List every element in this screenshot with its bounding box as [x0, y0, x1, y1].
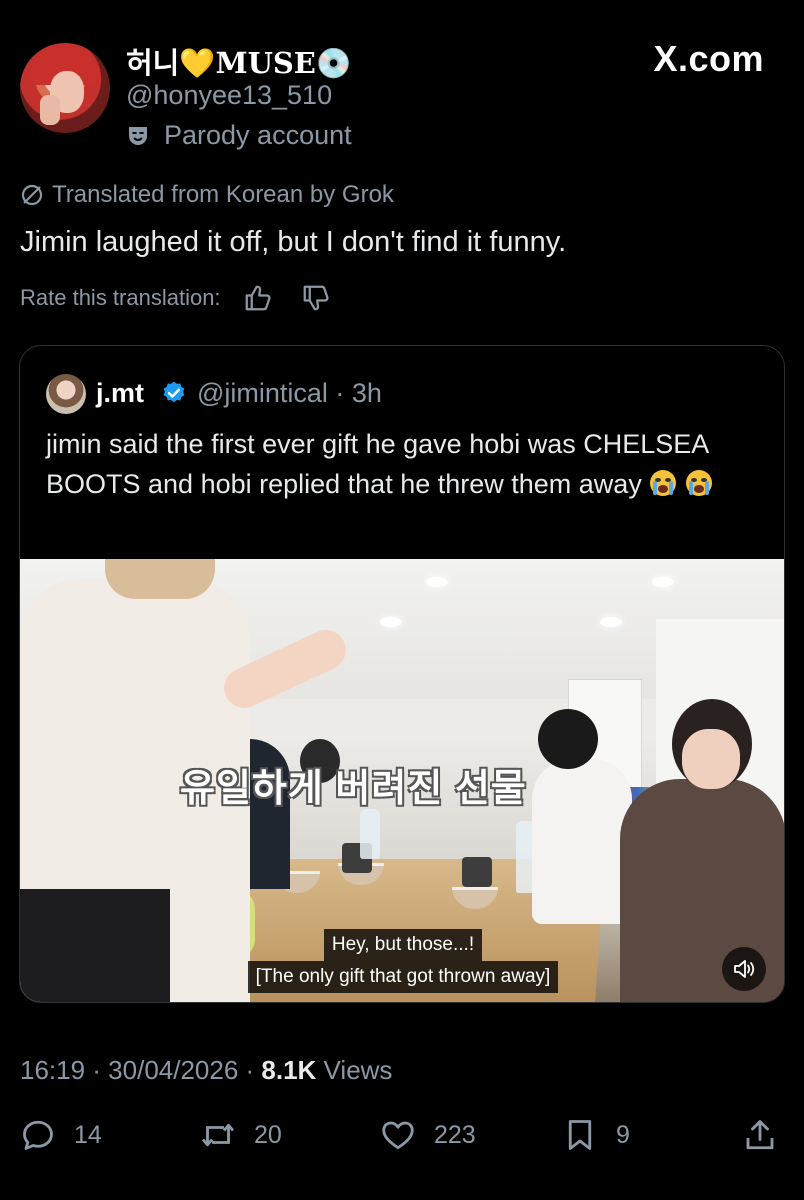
bookmark-icon [568, 1120, 592, 1150]
avatar-hand [40, 95, 60, 125]
quoted-handle-time[interactable]: @jimintical · 3h [197, 378, 382, 409]
brand-watermark: X.com [653, 38, 764, 79]
author-display-name[interactable]: 허니💛MUSE💿 [126, 40, 352, 82]
thumbs-down-icon[interactable] [301, 283, 331, 313]
crying-face-emoji-icon [685, 470, 712, 496]
mute-button[interactable] [722, 947, 766, 991]
video-subtitles: Hey, but those...! [The only gift that g… [20, 929, 784, 993]
action-bar: 14 20 223 9 [20, 1117, 784, 1161]
bookmark-button[interactable]: 9 [562, 1117, 630, 1153]
repost-icon [201, 1123, 235, 1147]
parody-label: Parody account [126, 120, 352, 151]
ceiling-light [652, 577, 674, 587]
tweet-text: Jimin laughed it off, but I don't find i… [20, 226, 567, 258]
author-avatar[interactable] [20, 43, 110, 133]
quoted-author-avatar[interactable] [46, 374, 86, 414]
translate-icon [21, 184, 43, 206]
post-meta: 16:19 · 30/04/2026 · 8.1K Views [20, 1055, 392, 1086]
share-icon [746, 1120, 774, 1150]
video-person [105, 559, 215, 599]
quoted-tweet[interactable]: j.mt @jimintical · 3h jimin said the fir… [19, 345, 785, 1003]
subtitle-line: [The only gift that got thrown away] [247, 961, 559, 993]
video-bottle [360, 809, 380, 859]
quoted-text: jimin said the first ever gift he gave h… [46, 424, 766, 504]
heart-icon [382, 1121, 414, 1150]
ceiling-light [600, 617, 622, 627]
crying-face-emoji-icon [649, 470, 676, 496]
author-handle[interactable]: @honyee13_510 [126, 80, 332, 111]
korean-caption: 유일하게 버려진 선물 [180, 768, 527, 810]
parody-text: Parody account [164, 120, 352, 150]
rate-label: Rate this translation: [20, 285, 221, 310]
quoted-author-name[interactable]: j.mt [96, 378, 144, 409]
share-button[interactable] [742, 1117, 778, 1153]
video-person [532, 759, 632, 924]
theater-mask-icon [129, 126, 147, 145]
views-count: 8.1K [261, 1055, 317, 1085]
reply-button[interactable]: 14 [20, 1117, 102, 1153]
verified-badge-icon [163, 381, 185, 403]
video-player[interactable]: 유일하게 버려진 선물 Hey, but those...! [The only… [20, 559, 784, 1002]
post-timestamp[interactable]: 16:19 · 30/04/2026 · [20, 1055, 261, 1085]
ceiling-light [380, 617, 402, 627]
quoted-text-body: jimin said the first ever gift he gave h… [46, 429, 708, 499]
views-label: Views [316, 1055, 393, 1085]
ceiling-light [426, 577, 448, 587]
reply-count: 14 [74, 1120, 102, 1149]
translation-label: Translated from Korean by Grok [52, 181, 394, 208]
rate-translation: Rate this translation: [20, 283, 331, 313]
repost-count: 20 [254, 1120, 282, 1149]
thumbs-up-icon[interactable] [243, 283, 273, 313]
repost-button[interactable]: 20 [200, 1117, 282, 1153]
video-cup [462, 857, 492, 887]
subtitle-line: Hey, but those...! [323, 929, 483, 961]
like-count: 223 [434, 1120, 476, 1149]
video-person [682, 729, 740, 789]
like-button[interactable]: 223 [380, 1117, 476, 1153]
video-person [538, 709, 598, 769]
speaker-icon [734, 960, 755, 978]
translation-notice: Translated from Korean by Grok [20, 181, 394, 209]
bookmark-count: 9 [616, 1120, 630, 1149]
reply-icon [23, 1120, 53, 1150]
